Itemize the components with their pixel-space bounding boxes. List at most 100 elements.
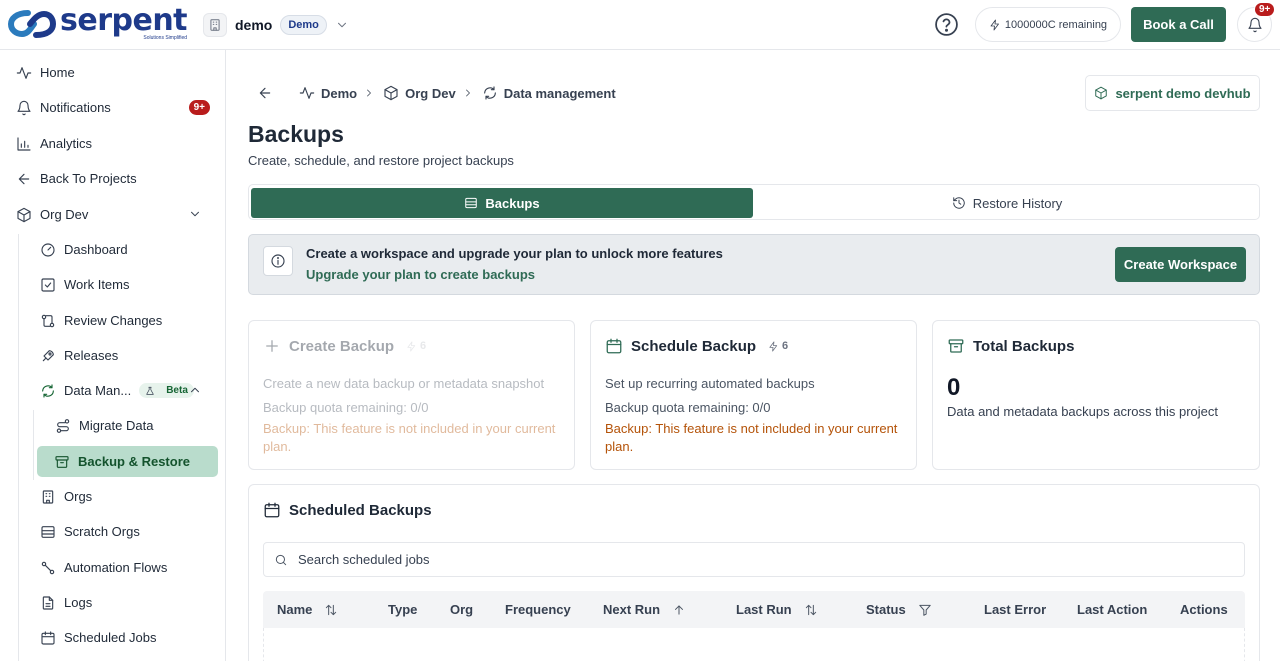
database-icon — [41, 525, 55, 538]
column-status[interactable]: Status — [866, 591, 932, 628]
bell-icon — [1247, 17, 1262, 32]
sidebar-item-label: Data Man... — [64, 383, 132, 398]
search-box — [263, 542, 1245, 577]
tab-backups[interactable]: Backups — [251, 188, 753, 218]
sidebar-item-label: Analytics — [40, 136, 93, 151]
archive-icon — [55, 455, 69, 468]
sidebar-item-scratch-orgs[interactable]: Scratch Orgs — [32, 516, 218, 547]
column-frequency: Frequency — [505, 591, 571, 628]
sidebar-item-label: Home — [40, 65, 75, 80]
search-input[interactable] — [298, 552, 1198, 567]
sidebar-item-data-management[interactable]: Data Man... Beta — [32, 375, 218, 406]
schedule-backup-card[interactable]: Schedule Backup 6 Set up recurring autom… — [590, 320, 917, 470]
bar-chart-icon — [17, 136, 31, 151]
column-label: Last Action — [1077, 602, 1148, 617]
calendar-icon — [41, 630, 55, 645]
column-name[interactable]: Name — [277, 591, 338, 628]
search-icon — [275, 554, 287, 565]
sidebar-item-home[interactable]: Home — [8, 57, 218, 88]
sidebar-item-notifications[interactable]: Notifications 9+ — [8, 92, 218, 123]
sidebar-item-backup-restore[interactable]: Backup & Restore — [37, 446, 218, 477]
upgrade-notice: Create a workspace and upgrade your plan… — [248, 234, 1260, 295]
devhub-button[interactable]: serpent demo devhub — [1085, 75, 1260, 111]
zap-icon — [990, 19, 999, 30]
sidebar-item-scheduled-jobs[interactable]: Scheduled Jobs — [32, 622, 218, 653]
credit-cost: 6 — [768, 340, 788, 352]
archive-icon — [948, 339, 964, 353]
sidebar-item-review-changes[interactable]: Review Changes — [32, 305, 218, 336]
page-subtitle: Create, schedule, and restore project ba… — [248, 153, 514, 168]
card-header: Create Backup 6 — [263, 337, 426, 355]
column-last-run[interactable]: Last Run — [736, 591, 818, 628]
arrow-up-icon[interactable] — [672, 603, 686, 617]
notice-title: Create a workspace and upgrade your plan… — [306, 246, 723, 261]
column-label: Org — [450, 602, 474, 617]
sidebar-item-org-dev[interactable]: Org Dev — [8, 199, 218, 230]
column-label: Status — [866, 602, 906, 617]
book-call-button[interactable]: Book a Call — [1131, 7, 1226, 42]
column-label: Frequency — [505, 602, 571, 617]
column-actions: Actions — [1180, 591, 1228, 628]
filter-icon[interactable] — [918, 603, 932, 617]
column-label: Last Error — [984, 602, 1047, 617]
column-type: Type — [388, 591, 417, 628]
help-icon[interactable] — [934, 12, 959, 37]
route-icon — [56, 418, 70, 433]
sidebar-item-label: Back To Projects — [40, 171, 137, 186]
sidebar-item-label: Dashboard — [64, 242, 128, 257]
zap-icon — [407, 341, 416, 351]
history-icon — [952, 197, 965, 209]
sidebar-item-orgs[interactable]: Orgs — [32, 481, 218, 512]
table-header: Name Type Org Frequency Next Run Last Ru… — [263, 591, 1245, 628]
sort-icon[interactable] — [804, 603, 818, 617]
breadcrumb: Demo Org Dev Data management — [257, 82, 616, 104]
sidebar: Home Notifications 9+ Analytics Back To … — [0, 50, 226, 661]
rocket-icon — [42, 349, 54, 361]
column-label: Last Run — [736, 602, 792, 617]
credit-cost: 6 — [406, 340, 426, 352]
brand-logo[interactable]: serpent Solutions Simplified — [8, 6, 188, 41]
package-icon — [17, 207, 31, 222]
page-title: Backups — [248, 121, 344, 147]
credit-cost-value: 6 — [420, 340, 427, 352]
sidebar-item-analytics[interactable]: Analytics — [8, 128, 218, 159]
credit-cost-value: 6 — [782, 340, 789, 352]
refresh-icon — [42, 383, 54, 398]
credits-pill[interactable]: 1000000C remaining — [975, 7, 1121, 42]
calendar-icon — [606, 338, 622, 354]
breadcrumb-item-demo[interactable]: Demo — [321, 86, 357, 101]
back-arrow-icon[interactable] — [257, 85, 279, 101]
sidebar-item-logs[interactable]: Logs — [32, 587, 218, 618]
card-title: Create Backup — [289, 337, 395, 355]
sidebar-item-migrate-data[interactable]: Migrate Data — [47, 410, 218, 441]
tab-restore-history[interactable]: Restore History — [757, 188, 1257, 218]
sidebar-item-label: Releases — [64, 348, 119, 363]
breadcrumb-item-org-dev[interactable]: Org Dev — [405, 86, 456, 101]
create-workspace-button[interactable]: Create Workspace — [1115, 247, 1246, 282]
sidebar-item-automation-flows[interactable]: Automation Flows — [32, 552, 218, 583]
column-org: Org — [450, 591, 473, 628]
sidebar-item-back-to-projects[interactable]: Back To Projects — [8, 163, 218, 194]
sidebar-item-label: Scratch Orgs — [64, 524, 140, 539]
database-icon — [465, 197, 478, 209]
activity-icon — [16, 66, 32, 79]
notice-subtitle: Upgrade your plan to create backups — [306, 267, 536, 282]
sort-icon[interactable] — [324, 603, 338, 617]
card-warning: Backup: This feature is not included in … — [263, 421, 556, 454]
sidebar-item-label: Backup & Restore — [78, 454, 190, 469]
create-backup-card: Create Backup 6 Create a new data backup… — [248, 320, 575, 470]
notification-badge: 9+ — [188, 100, 210, 115]
sidebar-item-work-items[interactable]: Work Items — [32, 269, 218, 300]
chevron-up-icon — [188, 383, 210, 397]
column-next-run[interactable]: Next Run — [603, 591, 686, 628]
org-switcher[interactable]: demo Demo — [203, 12, 349, 38]
sidebar-item-releases[interactable]: Releases — [32, 340, 218, 371]
tree-guide — [18, 234, 19, 661]
sidebar-item-label: Migrate Data — [79, 418, 154, 433]
sidebar-item-label: Work Items — [64, 277, 130, 292]
flask-icon — [146, 386, 154, 395]
top-bar: serpent Solutions Simplified demo Demo 1… — [0, 0, 1280, 50]
building-icon — [203, 13, 227, 37]
sidebar-item-dashboard[interactable]: Dashboard — [32, 234, 218, 265]
table-body — [263, 628, 1245, 661]
